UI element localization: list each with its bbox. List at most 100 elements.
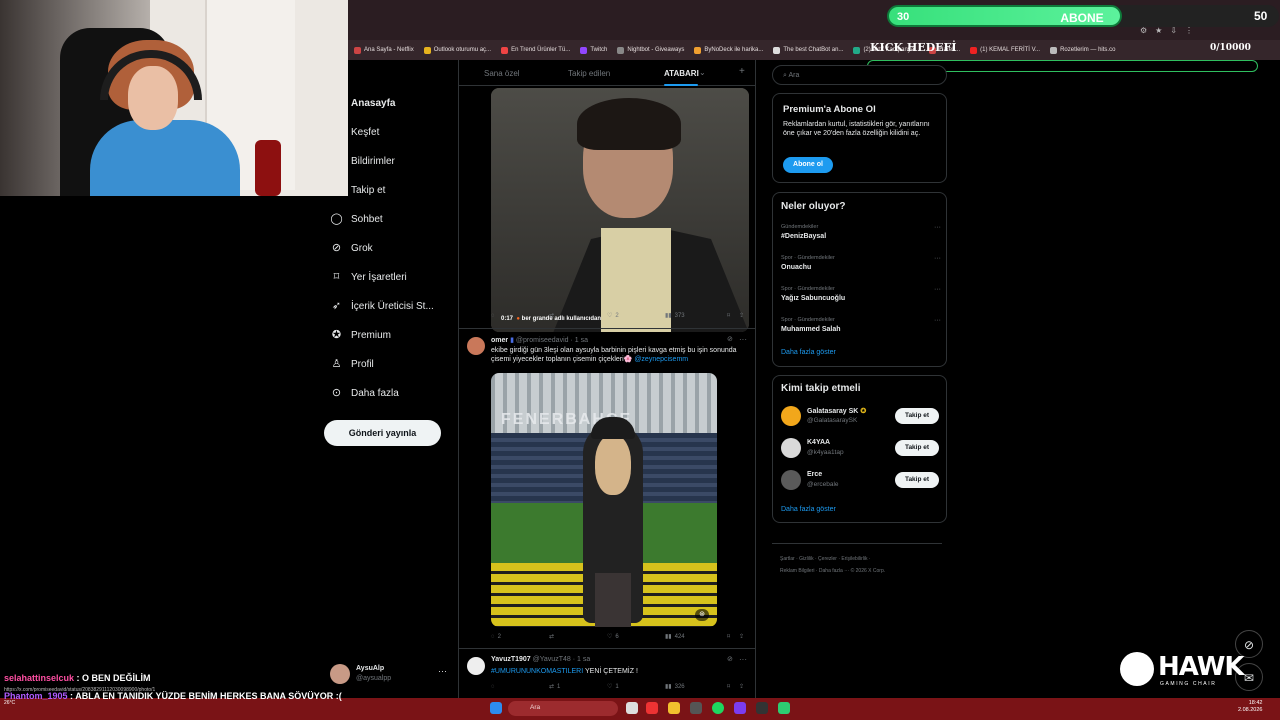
follow-suggestion[interactable]: Erce @ercebale Takip et [781,470,941,492]
reply-button[interactable]: ◌ 2 [491,634,549,640]
chat-text: : ABLA EN TANIDIK YÜZDE BENİM HERKES BAN… [70,691,342,701]
nav-item-creator-studio[interactable]: ➶ İçerik Üreticisi St... [330,300,434,313]
nav-item-notifications[interactable]: Bildirimler [330,155,395,168]
follow-suggestion[interactable]: Galatasaray SK ✪ @GalatasaraySK Takip et [781,406,941,428]
reply-icon[interactable]: ◌ [491,313,549,319]
explorer-icon[interactable] [668,702,680,714]
obs-icon[interactable] [756,702,768,714]
nav-item-profile[interactable]: ♙ Profil [330,358,374,371]
retweet-icon[interactable]: ⇄ [549,312,607,319]
nav-item-follow[interactable]: Takip et [330,184,385,197]
trend-item[interactable]: Spor · Gündemdekiler Muhammed Salah ··· [781,317,941,333]
trend-item[interactable]: Gündemdekiler #DenizBaysal ··· [781,224,941,240]
more-dots-icon[interactable]: ··· [438,666,447,676]
taskbar-search[interactable]: Ara [508,701,618,716]
bookmark-item[interactable]: Rozetlerim — hits.co [1050,46,1115,54]
tweet[interactable]: omer ▮ @promiseedavid · 1 sa ⊘ ··· ekibe… [459,328,755,650]
view-count: 326 [674,683,685,690]
bookmark-icon[interactable]: ⌑ [727,683,739,690]
more-dots-icon[interactable]: ··· [934,286,941,293]
nav-label: İçerik Üreticisi St... [351,301,434,312]
share-icon[interactable]: ⇪ [739,633,744,640]
author-name: YavuzT1907 [491,656,531,663]
subscribe-button[interactable]: Abone ol [783,157,833,173]
trend-item[interactable]: Spor · Gündemdekiler Onuachu ··· [781,255,941,271]
nav-item-more[interactable]: ⊙ Daha fazla [330,387,399,400]
tweet-photo[interactable]: FENERBAHÇE ⊛ [491,373,717,627]
bookmark-item[interactable]: Twitch [580,46,607,54]
like-button[interactable]: ♡ 6 [607,633,665,641]
taskbar-clock[interactable]: 18:42 2.08.2026 [1238,700,1262,714]
suggestion-name: Galatasaray SK ✪ [807,407,866,415]
tab-for-you[interactable]: Sana özel [484,69,520,78]
footer-line-2[interactable]: Reklam Bilgileri · Daha fazla ··· © 2026… [780,565,950,577]
more-dots-icon[interactable]: ··· [934,255,941,262]
avatar [781,406,801,426]
search-input[interactable]: ⌕ Ara [772,65,947,85]
bookmark-item[interactable]: Nightbot - Giveaways [617,46,684,54]
bookmark-item[interactable]: Ana Sayfa - Netflix [354,46,414,54]
footer-line-1[interactable]: Şartlar · Gizlilik · Çerezler · Erişileb… [780,553,950,565]
show-more-link[interactable]: Daha fazla göster [781,349,836,356]
share-icon[interactable]: ⇪ [739,312,744,319]
bookmark-item[interactable]: En Trend Ürünler Tü... [501,46,570,54]
trend-category: Spor · Gündemdekiler [781,255,835,261]
share-icon[interactable]: ⇪ [739,683,744,690]
grok-icon[interactable]: ⊘ [727,335,733,343]
retweet-button[interactable]: ⇄ 1 [549,683,607,691]
footer-links[interactable]: Şartlar · Gizlilik · Çerezler · Erişileb… [780,553,950,577]
media-icon[interactable]: ⊛ [695,609,709,621]
retweet-icon[interactable]: ⇄ [549,633,607,640]
follow-button[interactable]: Takip et [895,472,939,488]
more-dots-icon[interactable]: ··· [739,655,747,664]
more-dots-icon[interactable]: ··· [934,317,941,324]
nav-item-premium[interactable]: ✪ Premium [330,329,391,342]
store-icon[interactable] [690,702,702,714]
grok-icon[interactable]: ⊘ [727,655,733,663]
views-button[interactable]: ▮▮ 326 [665,683,727,691]
bookmark-item[interactable]: ByNoDeck ile harika... [694,46,763,54]
view-count: 424 [674,633,685,640]
browser-toolbar-icons[interactable]: ⚙★⇩⋮ [1140,26,1201,35]
account-switcher[interactable]: AysuAlp @aysualpp ··· [330,660,450,688]
verified-badge-icon: ✪ [860,408,867,415]
trend-item[interactable]: Spor · Gündemdekiler Yağız Sabuncuoğlu ··· [781,286,941,302]
nav-item-grok[interactable]: ⊘ Grok [330,242,373,255]
app-icon[interactable] [734,702,746,714]
like-button[interactable]: ♡ 1 [607,683,665,691]
views-button[interactable]: ▮▮ 424 [665,633,727,641]
bookmark-icon[interactable]: ⌑ [727,633,739,640]
like-button[interactable]: ♡ 2 [607,312,665,320]
tab-following[interactable]: Takip edilen [568,69,610,78]
more-dots-icon[interactable]: ··· [739,335,747,344]
bookmark-icon[interactable]: ⌑ [727,312,739,319]
reply-icon[interactable]: ◌ [491,684,549,690]
mention-link[interactable]: @zeynepcisemm [634,356,688,363]
bookmark-item[interactable]: The best ChatBot an... [773,46,843,54]
follow-suggestion[interactable]: K4YAA @k4yaa1tap Takip et [781,438,941,460]
chrome-icon[interactable] [646,702,658,714]
task-view-icon[interactable] [626,702,638,714]
nav-item-explore[interactable]: Keşfet [330,126,379,139]
nav-item-chat[interactable]: ◯ Sohbet [330,213,382,226]
start-button[interactable] [490,702,502,714]
app-icon[interactable] [778,702,790,714]
sub-goal-target: 50 [1254,9,1268,23]
spotify-icon[interactable] [712,702,724,714]
suggestion-name-text: Galatasaray SK [807,408,859,415]
hashtag-link[interactable]: #UMURUNUNKOMASTILERI [491,668,583,675]
nav-item-home[interactable]: Anasayfa [330,97,395,110]
bookmark-item[interactable]: (1) KEMAL FERİTİ V... [970,46,1040,54]
chevron-down-icon[interactable]: ⌄ [699,68,706,77]
nav-item-bookmarks[interactable]: ⌑ Yer İşaretleri [330,271,407,284]
video-player[interactable]: 0:17 ● ber grande adlı kullanıcıdan [491,88,749,332]
post-button[interactable]: Gönderi yayınla [324,420,441,446]
follow-button[interactable]: Takip et [895,408,939,424]
add-tab-icon[interactable]: + [739,66,745,77]
follow-button[interactable]: Takip et [895,440,939,456]
show-more-link[interactable]: Daha fazla göster [781,506,836,513]
views-button[interactable]: ▮▮ 373 [665,312,727,320]
more-dots-icon[interactable]: ··· [934,224,941,231]
tab-atabari[interactable]: ATABARI [664,69,699,78]
bookmark-item[interactable]: Outlook oturumu aç... [423,46,491,54]
